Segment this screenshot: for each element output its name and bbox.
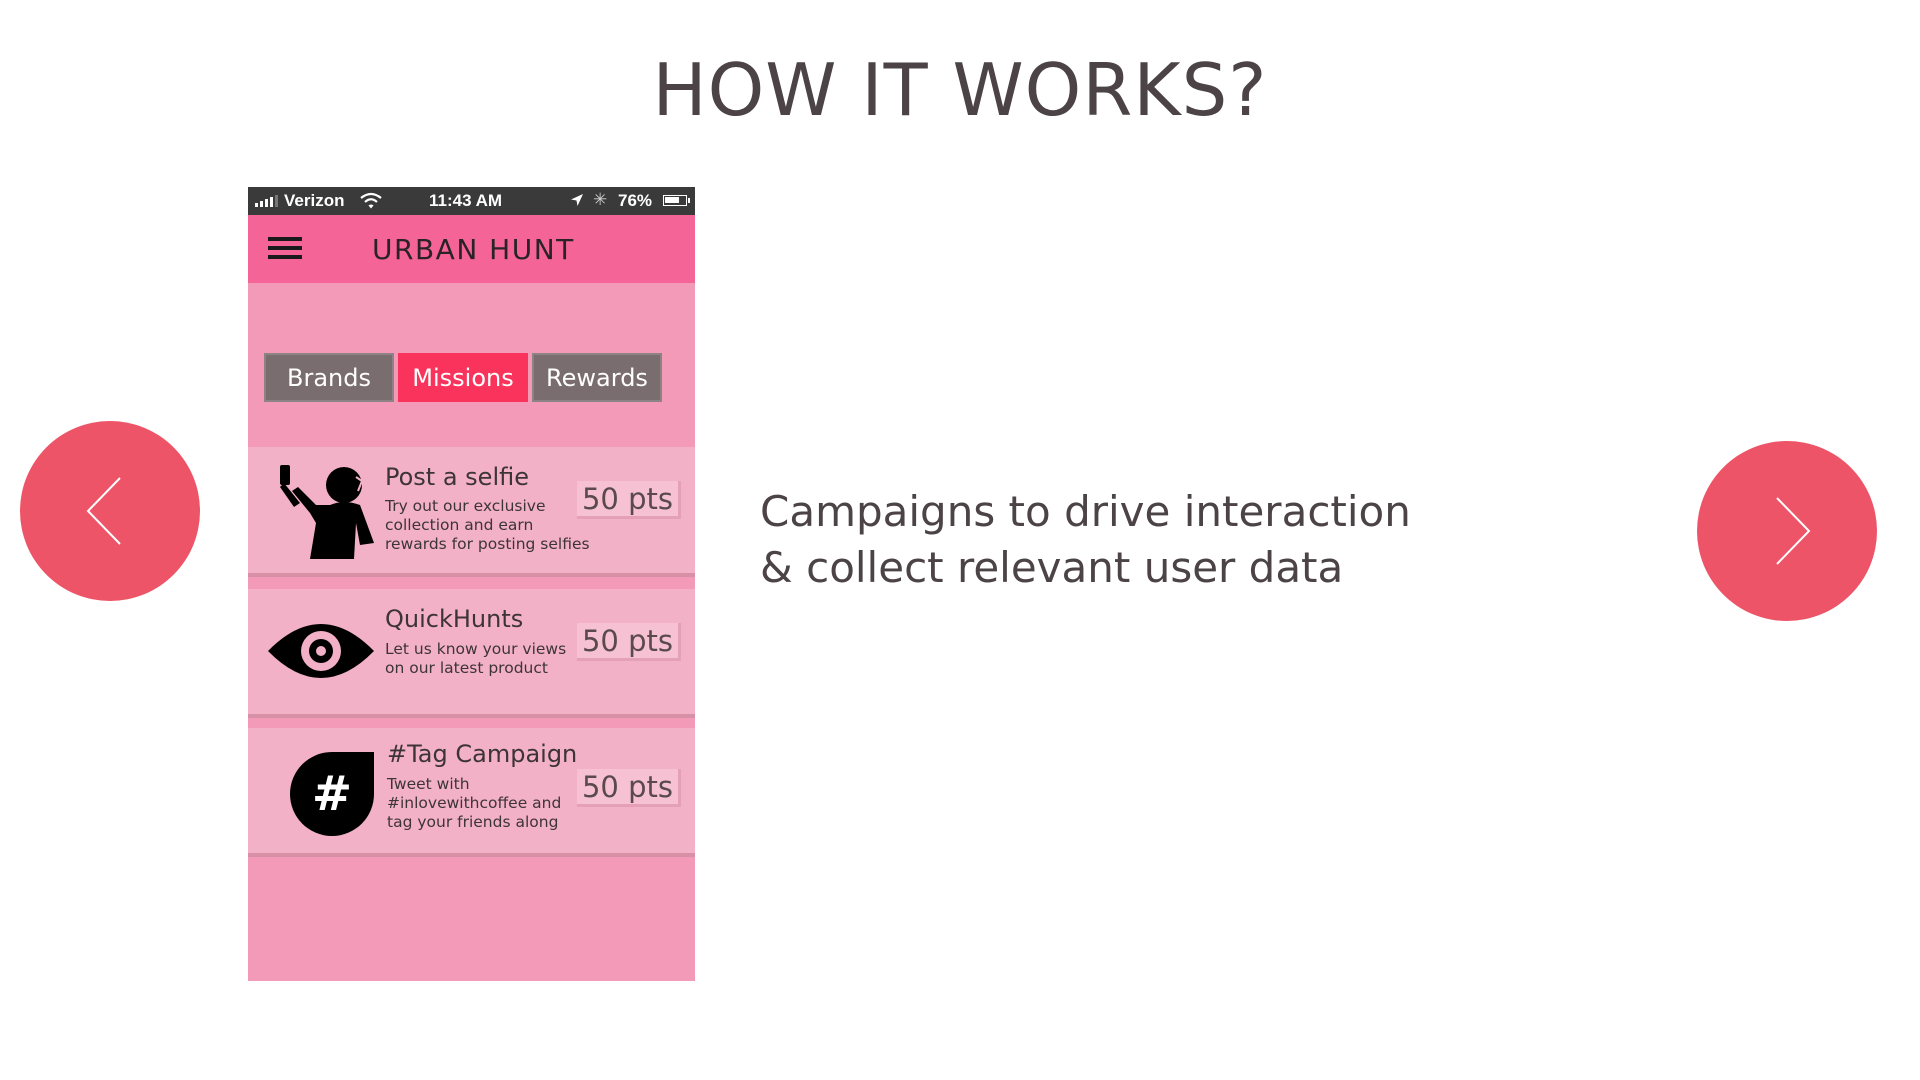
mission-title: #Tag Campaign	[387, 740, 578, 768]
eye-icon	[268, 624, 374, 678]
previous-slide-button[interactable]	[20, 421, 200, 601]
page-title: HOW IT WORKS?	[652, 48, 1268, 132]
mission-title: Post a selfie	[385, 463, 529, 491]
battery-percentage: 76%	[618, 191, 653, 210]
mission-points: 50 pts	[577, 769, 681, 807]
phone-screenshot: Verizon 11:43 AM ✳ 76% URBAN HUNT Brands…	[248, 187, 695, 981]
mission-item[interactable]: Post a selfie Try out our exclusive coll…	[248, 447, 695, 577]
tab-brands[interactable]: Brands	[264, 353, 394, 402]
slide-description: Campaigns to drive interaction & collect…	[760, 484, 1411, 596]
tab-missions[interactable]: Missions	[398, 353, 528, 402]
signal-strength-icon	[255, 195, 278, 207]
bluetooth-icon: ✳	[593, 190, 608, 209]
mission-points: 50 pts	[577, 481, 681, 519]
mission-points: 50 pts	[577, 623, 681, 661]
chevron-left-icon	[86, 477, 121, 545]
svg-text:#: #	[312, 766, 352, 822]
hamburger-menu-icon[interactable]	[268, 237, 302, 261]
location-arrow-icon	[571, 194, 583, 206]
app-header: URBAN HUNT	[248, 215, 695, 283]
wifi-icon	[360, 192, 382, 209]
description-line: & collect relevant user data	[760, 543, 1344, 592]
chevron-right-icon	[1776, 497, 1811, 565]
description-line: Campaigns to drive interaction	[760, 487, 1411, 536]
mission-title: QuickHunts	[385, 605, 524, 633]
mission-item[interactable]: # #Tag Campaign Tweet with #inlovewithco…	[248, 728, 695, 857]
status-bar: Verizon 11:43 AM ✳ 76%	[248, 187, 695, 215]
mission-description: Let us know your views on our latest pro…	[385, 640, 567, 677]
next-slide-button[interactable]	[1697, 441, 1877, 621]
battery-icon	[663, 195, 690, 206]
mission-item[interactable]: QuickHunts Let us know your views on our…	[248, 589, 695, 718]
carrier-name: Verizon	[284, 191, 345, 210]
tab-bar: Brands Missions Rewards	[264, 353, 662, 402]
app-title: URBAN HUNT	[372, 233, 575, 266]
selfie-person-icon	[280, 465, 374, 559]
tab-rewards[interactable]: Rewards	[532, 353, 662, 402]
status-time: 11:43 AM	[429, 191, 503, 210]
mission-description: Try out our exclusive collection and ear…	[385, 497, 590, 553]
hashtag-icon: #	[290, 752, 374, 836]
mission-description: Tweet with #inlovewithcoffee and tag you…	[387, 775, 562, 831]
